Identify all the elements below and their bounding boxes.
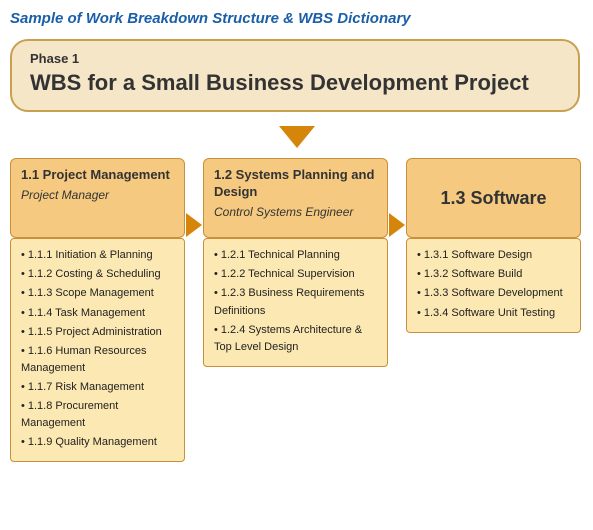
list-item: 1.2.2 Technical Supervision (214, 266, 377, 283)
list-item: 1.1.1 Initiation & Planning (21, 247, 174, 264)
col3-header-title: 1.3 Software (440, 187, 546, 210)
list-item: 1.3.3 Software Development (417, 285, 570, 302)
col1-header-title: 1.1 Project Management (21, 167, 174, 184)
list-item: 1.2.1 Technical Planning (214, 247, 377, 264)
col3-detail: 1.3.1 Software Design 1.3.2 Software Bui… (406, 238, 581, 332)
list-item: 1.2.3 Business Requirements Definitions (214, 285, 377, 319)
column-2: 1.2 Systems Planning and Design Control … (203, 158, 388, 366)
col2-detail: 1.2.1 Technical Planning 1.2.2 Technical… (203, 238, 388, 366)
col1-header: 1.1 Project Management Project Manager (10, 158, 185, 238)
list-item: 1.1.7 Risk Management (21, 379, 174, 396)
list-item: 1.1.5 Project Administration (21, 324, 174, 341)
list-item: 1.1.9 Quality Management (21, 434, 174, 451)
phase-box: Phase 1 WBS for a Small Business Develop… (10, 39, 580, 112)
col3-header: 1.3 Software (406, 158, 581, 238)
phase-title: WBS for a Small Business Development Pro… (30, 70, 560, 96)
columns-container: 1.1 Project Management Project Manager 1… (10, 158, 583, 462)
list-item: 1.1.8 Procurement Management (21, 398, 174, 432)
col1-header-subtitle: Project Manager (21, 188, 174, 202)
arrow-right-2-icon (388, 158, 406, 237)
col2-header: 1.2 Systems Planning and Design Control … (203, 158, 388, 238)
arrow-right-2-shape (389, 213, 405, 237)
list-item: 1.1.2 Costing & Scheduling (21, 266, 174, 283)
list-item: 1.3.1 Software Design (417, 247, 570, 264)
phase-label: Phase 1 (30, 51, 560, 66)
list-item: 1.1.6 Human Resources Management (21, 343, 174, 377)
col3-detail-list: 1.3.1 Software Design 1.3.2 Software Bui… (417, 247, 570, 321)
column-1: 1.1 Project Management Project Manager 1… (10, 158, 185, 462)
column-3: 1.3 Software 1.3.1 Software Design 1.3.2… (406, 158, 581, 332)
list-item: 1.1.3 Scope Management (21, 285, 174, 302)
col2-header-subtitle: Control Systems Engineer (214, 205, 377, 219)
col1-detail-list: 1.1.1 Initiation & Planning 1.1.2 Costin… (21, 247, 174, 451)
col1-detail: 1.1.1 Initiation & Planning 1.1.2 Costin… (10, 238, 185, 462)
arrow-right-1-shape (186, 213, 202, 237)
col2-header-title: 1.2 Systems Planning and Design (214, 167, 377, 201)
col2-detail-list: 1.2.1 Technical Planning 1.2.2 Technical… (214, 247, 377, 355)
down-arrow-icon (279, 126, 315, 148)
list-item: 1.3.2 Software Build (417, 266, 570, 283)
arrow-right-1-icon (185, 158, 203, 237)
list-item: 1.2.4 Systems Architecture & Top Level D… (214, 322, 377, 356)
list-item: 1.3.4 Software Unit Testing (417, 305, 570, 322)
page-title: Sample of Work Breakdown Structure & WBS… (10, 10, 583, 27)
list-item: 1.1.4 Task Management (21, 305, 174, 322)
